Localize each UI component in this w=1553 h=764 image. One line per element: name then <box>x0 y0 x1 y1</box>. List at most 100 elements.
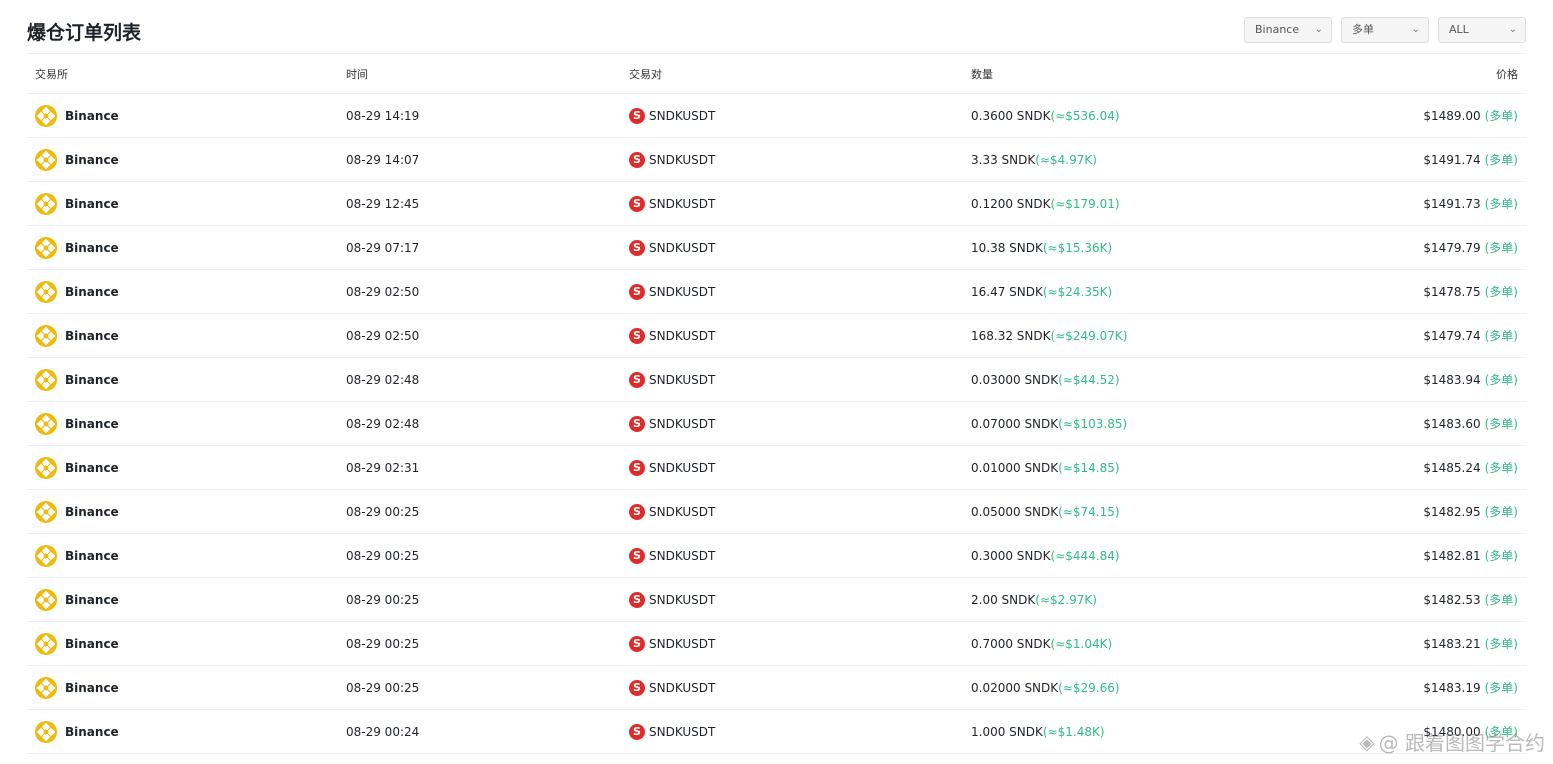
side-label: (多单) <box>1484 505 1518 519</box>
quantity-value: 16.47 SNDK <box>971 284 1043 299</box>
binance-logo-icon <box>35 544 57 567</box>
pair-cell: S SNDKUSDT <box>621 93 963 138</box>
price-value: $1485.24 <box>1423 461 1481 475</box>
table-row[interactable]: Binance 08-29 00:25 S SNDKUSDT 0.7000 SNDK(≈… <box>27 621 1526 666</box>
price-value: $1482.81 <box>1423 549 1481 563</box>
binance-logo-icon <box>35 280 57 303</box>
table-row[interactable]: Binance 08-29 02:50 S SNDKUSDT 16.47 SNDK(≈$… <box>27 269 1526 314</box>
pair-cell: S SNDKUSDT <box>621 445 963 490</box>
usd-value: (≈$4.97K) <box>1035 152 1097 167</box>
pair-cell: S SNDKUSDT <box>621 621 963 666</box>
time-cell: 08-29 00:25 <box>338 577 621 622</box>
pair-name: SNDKUSDT <box>649 636 716 651</box>
binance-logo-icon <box>35 632 57 655</box>
binance-logo-icon <box>35 236 57 259</box>
exchange-name: Binance <box>65 548 119 563</box>
pair-cell: S SNDKUSDT <box>621 181 963 226</box>
usd-value: (≈$44.52) <box>1058 372 1120 387</box>
column-header-pair: 交易对 <box>621 54 963 94</box>
table-row[interactable]: Binance 08-29 00:25 S SNDKUSDT 0.02000 SNDK(… <box>27 665 1526 710</box>
price-cell: $1489.00 (多单) <box>1263 93 1526 138</box>
exchange-select[interactable]: Binance ⌄ <box>1244 17 1332 43</box>
quantity-cell: 3.33 SNDK(≈$4.97K) <box>963 137 1263 182</box>
time-cell: 08-29 07:17 <box>338 225 621 270</box>
pair-name: SNDKUSDT <box>649 196 716 211</box>
table-row[interactable]: Binance 08-29 02:48 S SNDKUSDT 0.03000 SNDK(… <box>27 357 1526 402</box>
sndk-token-icon: S <box>629 635 645 652</box>
usd-value: (≈$1.04K) <box>1050 636 1113 651</box>
table-row[interactable]: Binance 08-29 07:17 S SNDKUSDT 10.38 SNDK(≈$… <box>27 225 1526 270</box>
table-header-row: 交易所 时间 交易对 数量 价格 <box>27 54 1526 94</box>
sndk-token-icon: S <box>629 723 645 740</box>
symbol-select[interactable]: ALL ⌄ <box>1438 17 1526 43</box>
table-row[interactable]: Binance 08-29 00:25 S SNDKUSDT 0.05000 SNDK(… <box>27 489 1526 534</box>
side-label: (多单) <box>1484 241 1518 255</box>
usd-value: (≈$74.15) <box>1058 504 1120 519</box>
pair-name: SNDKUSDT <box>649 152 716 167</box>
table-row[interactable]: Binance 08-29 02:31 S SNDKUSDT 0.01000 SNDK(… <box>27 445 1526 490</box>
exchange-cell: Binance <box>27 621 338 666</box>
table-row[interactable]: Binance 08-29 00:25 S SNDKUSDT 0.3000 SNDK(≈… <box>27 533 1526 578</box>
quantity-value: 0.05000 SNDK <box>971 504 1059 519</box>
side-label: (多单) <box>1484 593 1518 607</box>
exchange-name: Binance <box>65 460 119 475</box>
usd-value: (≈$1.48K) <box>1042 724 1105 739</box>
table-row[interactable]: Binance 08-29 00:25 S SNDKUSDT 2.00 SNDK(≈$2… <box>27 577 1526 622</box>
pair-name: SNDKUSDT <box>649 504 716 519</box>
side-label: (多单) <box>1484 637 1518 651</box>
table-row[interactable]: Binance 08-29 02:48 S SNDKUSDT 0.07000 SNDK(… <box>27 401 1526 446</box>
time-cell: 08-29 00:24 <box>338 709 621 754</box>
quantity-value: 0.07000 SNDK <box>971 416 1059 431</box>
exchange-cell: Binance <box>27 665 338 710</box>
quantity-cell: 0.03000 SNDK(≈$44.52) <box>963 357 1263 402</box>
time-cell: 08-29 02:50 <box>338 269 621 314</box>
usd-value: (≈$444.84) <box>1050 548 1120 563</box>
exchange-name: Binance <box>65 680 119 695</box>
exchange-name: Binance <box>65 592 119 607</box>
quantity-cell: 0.3600 SNDK(≈$536.04) <box>963 93 1263 138</box>
column-header-price: 价格 <box>1263 54 1526 94</box>
table-row[interactable]: Binance 08-29 14:07 S SNDKUSDT 3.33 SNDK(≈$4… <box>27 137 1526 182</box>
watermark-text: @ 跟着图图学合约 <box>1378 731 1545 755</box>
pair-name: SNDKUSDT <box>649 108 716 123</box>
price-cell: $1482.95 (多单) <box>1263 489 1526 534</box>
binance-logo-icon <box>35 588 57 611</box>
time-cell: 08-29 02:48 <box>338 357 621 402</box>
usd-value: (≈$179.01) <box>1050 196 1120 211</box>
quantity-value: 2.00 SNDK <box>971 592 1036 607</box>
table-row[interactable]: Binance 08-29 00:24 S SNDKUSDT 1.000 SNDK(≈$… <box>27 709 1526 754</box>
sndk-token-icon: S <box>629 327 645 344</box>
sndk-token-icon: S <box>629 371 645 388</box>
pair-cell: S SNDKUSDT <box>621 401 963 446</box>
table-row[interactable]: Binance 08-29 12:45 S SNDKUSDT 0.1200 SNDK(≈… <box>27 181 1526 226</box>
usd-value: (≈$15.36K) <box>1042 240 1113 255</box>
exchange-select-value: Binance <box>1255 23 1300 36</box>
quantity-cell: 0.3000 SNDK(≈$444.84) <box>963 533 1263 578</box>
time-cell: 08-29 14:07 <box>338 137 621 182</box>
side-label: (多单) <box>1484 285 1518 299</box>
exchange-cell: Binance <box>27 93 338 138</box>
price-cell: $1483.21 (多单) <box>1263 621 1526 666</box>
pair-name: SNDKUSDT <box>649 548 716 563</box>
sndk-token-icon: S <box>629 195 645 212</box>
table-row[interactable]: Binance 08-29 14:19 S SNDKUSDT 0.3600 SNDK(≈… <box>27 93 1526 138</box>
side-label: (多单) <box>1484 153 1518 167</box>
quantity-value: 0.3000 SNDK <box>971 548 1051 563</box>
price-cell: $1483.60 (多单) <box>1263 401 1526 446</box>
binance-logo-icon <box>35 500 57 523</box>
side-select[interactable]: 多单 ⌄ <box>1341 17 1429 43</box>
pair-name: SNDKUSDT <box>649 240 716 255</box>
table-row[interactable]: Binance 08-29 02:50 S SNDKUSDT 168.32 SNDK(≈… <box>27 313 1526 358</box>
sndk-token-icon: S <box>629 459 645 476</box>
pair-cell: S SNDKUSDT <box>621 225 963 270</box>
pair-cell: S SNDKUSDT <box>621 313 963 358</box>
pair-name: SNDKUSDT <box>649 680 716 695</box>
pair-cell: S SNDKUSDT <box>621 489 963 534</box>
usd-value: (≈$29.66) <box>1058 680 1120 695</box>
side-label: (多单) <box>1484 197 1518 211</box>
exchange-cell: Binance <box>27 577 338 622</box>
chevron-down-icon: ⌄ <box>1314 24 1323 35</box>
price-value: $1479.79 <box>1423 241 1481 255</box>
price-value: $1482.53 <box>1423 593 1481 607</box>
price-value: $1483.94 <box>1423 373 1481 387</box>
